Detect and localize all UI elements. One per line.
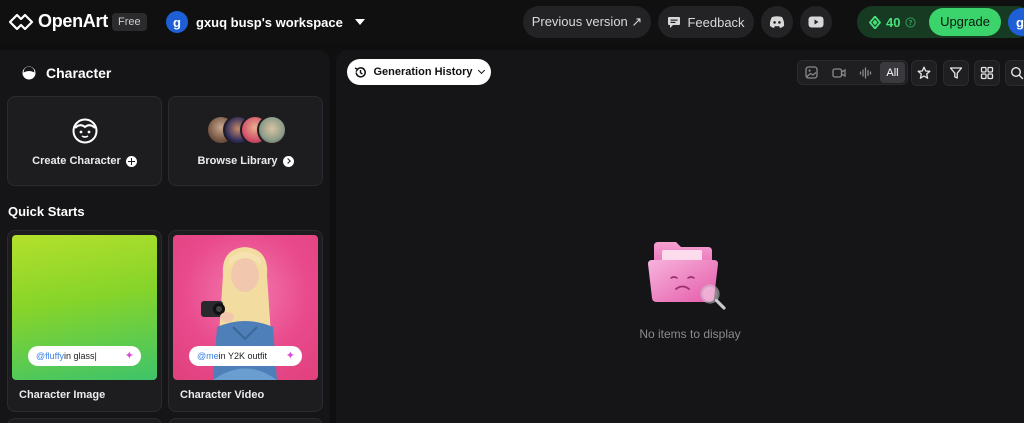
star-icon [917, 66, 931, 79]
discord-button[interactable] [761, 6, 793, 38]
character-panel: Character Create Character Browse Librar… [0, 50, 330, 423]
openart-logo[interactable]: OpenArt [8, 11, 108, 32]
prompt-mention: @fluffy [36, 351, 64, 361]
svg-text:?: ? [909, 19, 913, 27]
workspace-name: gxuq busp's workspace [196, 14, 343, 30]
panel-title: Character [22, 65, 111, 81]
quick-start-label: Character Video [180, 389, 265, 401]
generation-history-dropdown[interactable]: Generation History [347, 59, 491, 85]
favorites-button[interactable] [911, 60, 937, 86]
media-type-filter: All [797, 60, 908, 85]
funnel-icon [949, 67, 963, 79]
workspace-avatar: g [166, 11, 188, 33]
workspace-switcher[interactable]: g gxuq busp's workspace [166, 11, 365, 33]
create-character-card[interactable]: Create Character [7, 96, 162, 186]
filter-image[interactable] [798, 61, 825, 84]
filter-all-label: All [880, 62, 905, 83]
chevron-down-icon [477, 66, 485, 75]
create-character-text: Create Character [32, 155, 121, 167]
filter-all[interactable]: All [879, 61, 906, 84]
discord-icon [769, 16, 785, 28]
audio-wave-icon [859, 66, 871, 79]
chat-bubble-icon [668, 16, 681, 28]
plus-circle-icon [125, 155, 137, 167]
quick-start-thumbnail: @fluffy in glass | ✦ [12, 235, 157, 380]
quick-start-character-image[interactable]: @fluffy in glass | ✦ Character Image [7, 230, 162, 412]
feedback-label: Feedback [687, 14, 745, 30]
browse-library-card[interactable]: Browse Library [168, 96, 323, 186]
prompt-text: in Y2K outfit [218, 351, 268, 361]
plan-badge: Free [112, 13, 147, 31]
generation-history-panel: Generation History All No items to displ… [336, 50, 1024, 423]
help-circle-icon[interactable]: ? [905, 16, 917, 28]
credits-panel: 40 ? Upgrade [857, 6, 1024, 38]
quick-start-character-video[interactable]: @me in Y2K outfit ✦ Character Video [168, 230, 323, 412]
empty-state-text: No items to display [639, 327, 741, 341]
character-face-icon [72, 118, 98, 144]
grid-view-button[interactable] [974, 60, 1000, 86]
chevron-down-icon [354, 19, 365, 25]
prompt-example: @fluffy in glass | ✦ [28, 346, 141, 366]
video-icon [831, 67, 846, 78]
youtube-button[interactable] [800, 6, 832, 38]
filter-audio[interactable] [852, 61, 879, 84]
more-quick-starts [7, 418, 323, 423]
quick-starts-heading: Quick Starts [8, 204, 85, 219]
grid-icon [980, 66, 994, 80]
feedback-button[interactable]: Feedback [658, 6, 754, 38]
browse-library-label: Browse Library [169, 155, 322, 167]
create-character-label: Create Character [8, 155, 161, 167]
sparkle-icon: ✦ [124, 350, 134, 362]
history-icon [355, 66, 367, 78]
empty-folder-icon [648, 242, 726, 310]
quick-start-label: Character Image [19, 389, 106, 401]
logo-text: OpenArt [38, 11, 108, 31]
arrow-right-circle-icon [282, 155, 294, 167]
quick-start-thumbnail: @me in Y2K outfit ✦ [173, 235, 318, 380]
sparkle-icon: ✦ [285, 350, 295, 362]
gem-icon [869, 15, 881, 29]
credits-count: 40 [886, 14, 901, 30]
youtube-icon [808, 16, 824, 28]
panel-title-text: Character [46, 65, 112, 81]
generation-history-label: Generation History [373, 66, 473, 78]
avatar [257, 115, 287, 145]
prompt-example: @me in Y2K outfit ✦ [189, 346, 302, 366]
image-icon [805, 66, 818, 79]
top-bar: OpenArt Free g gxuq busp's workspace Pre… [0, 0, 1024, 44]
browse-library-text: Browse Library [197, 155, 278, 167]
search-icon [1010, 66, 1024, 80]
previous-version-button[interactable]: Previous version ↗ [523, 6, 651, 38]
filter-button[interactable] [943, 60, 969, 86]
smiley-face-icon [22, 66, 36, 80]
prompt-text: in glass [63, 351, 95, 361]
prompt-mention: @me [197, 351, 219, 361]
upgrade-button[interactable]: Upgrade [929, 8, 1001, 36]
filter-video[interactable] [825, 61, 852, 84]
credits-display[interactable]: 40 ? [869, 14, 917, 30]
search-button[interactable] [1005, 60, 1024, 86]
openart-logo-icon [8, 13, 34, 30]
